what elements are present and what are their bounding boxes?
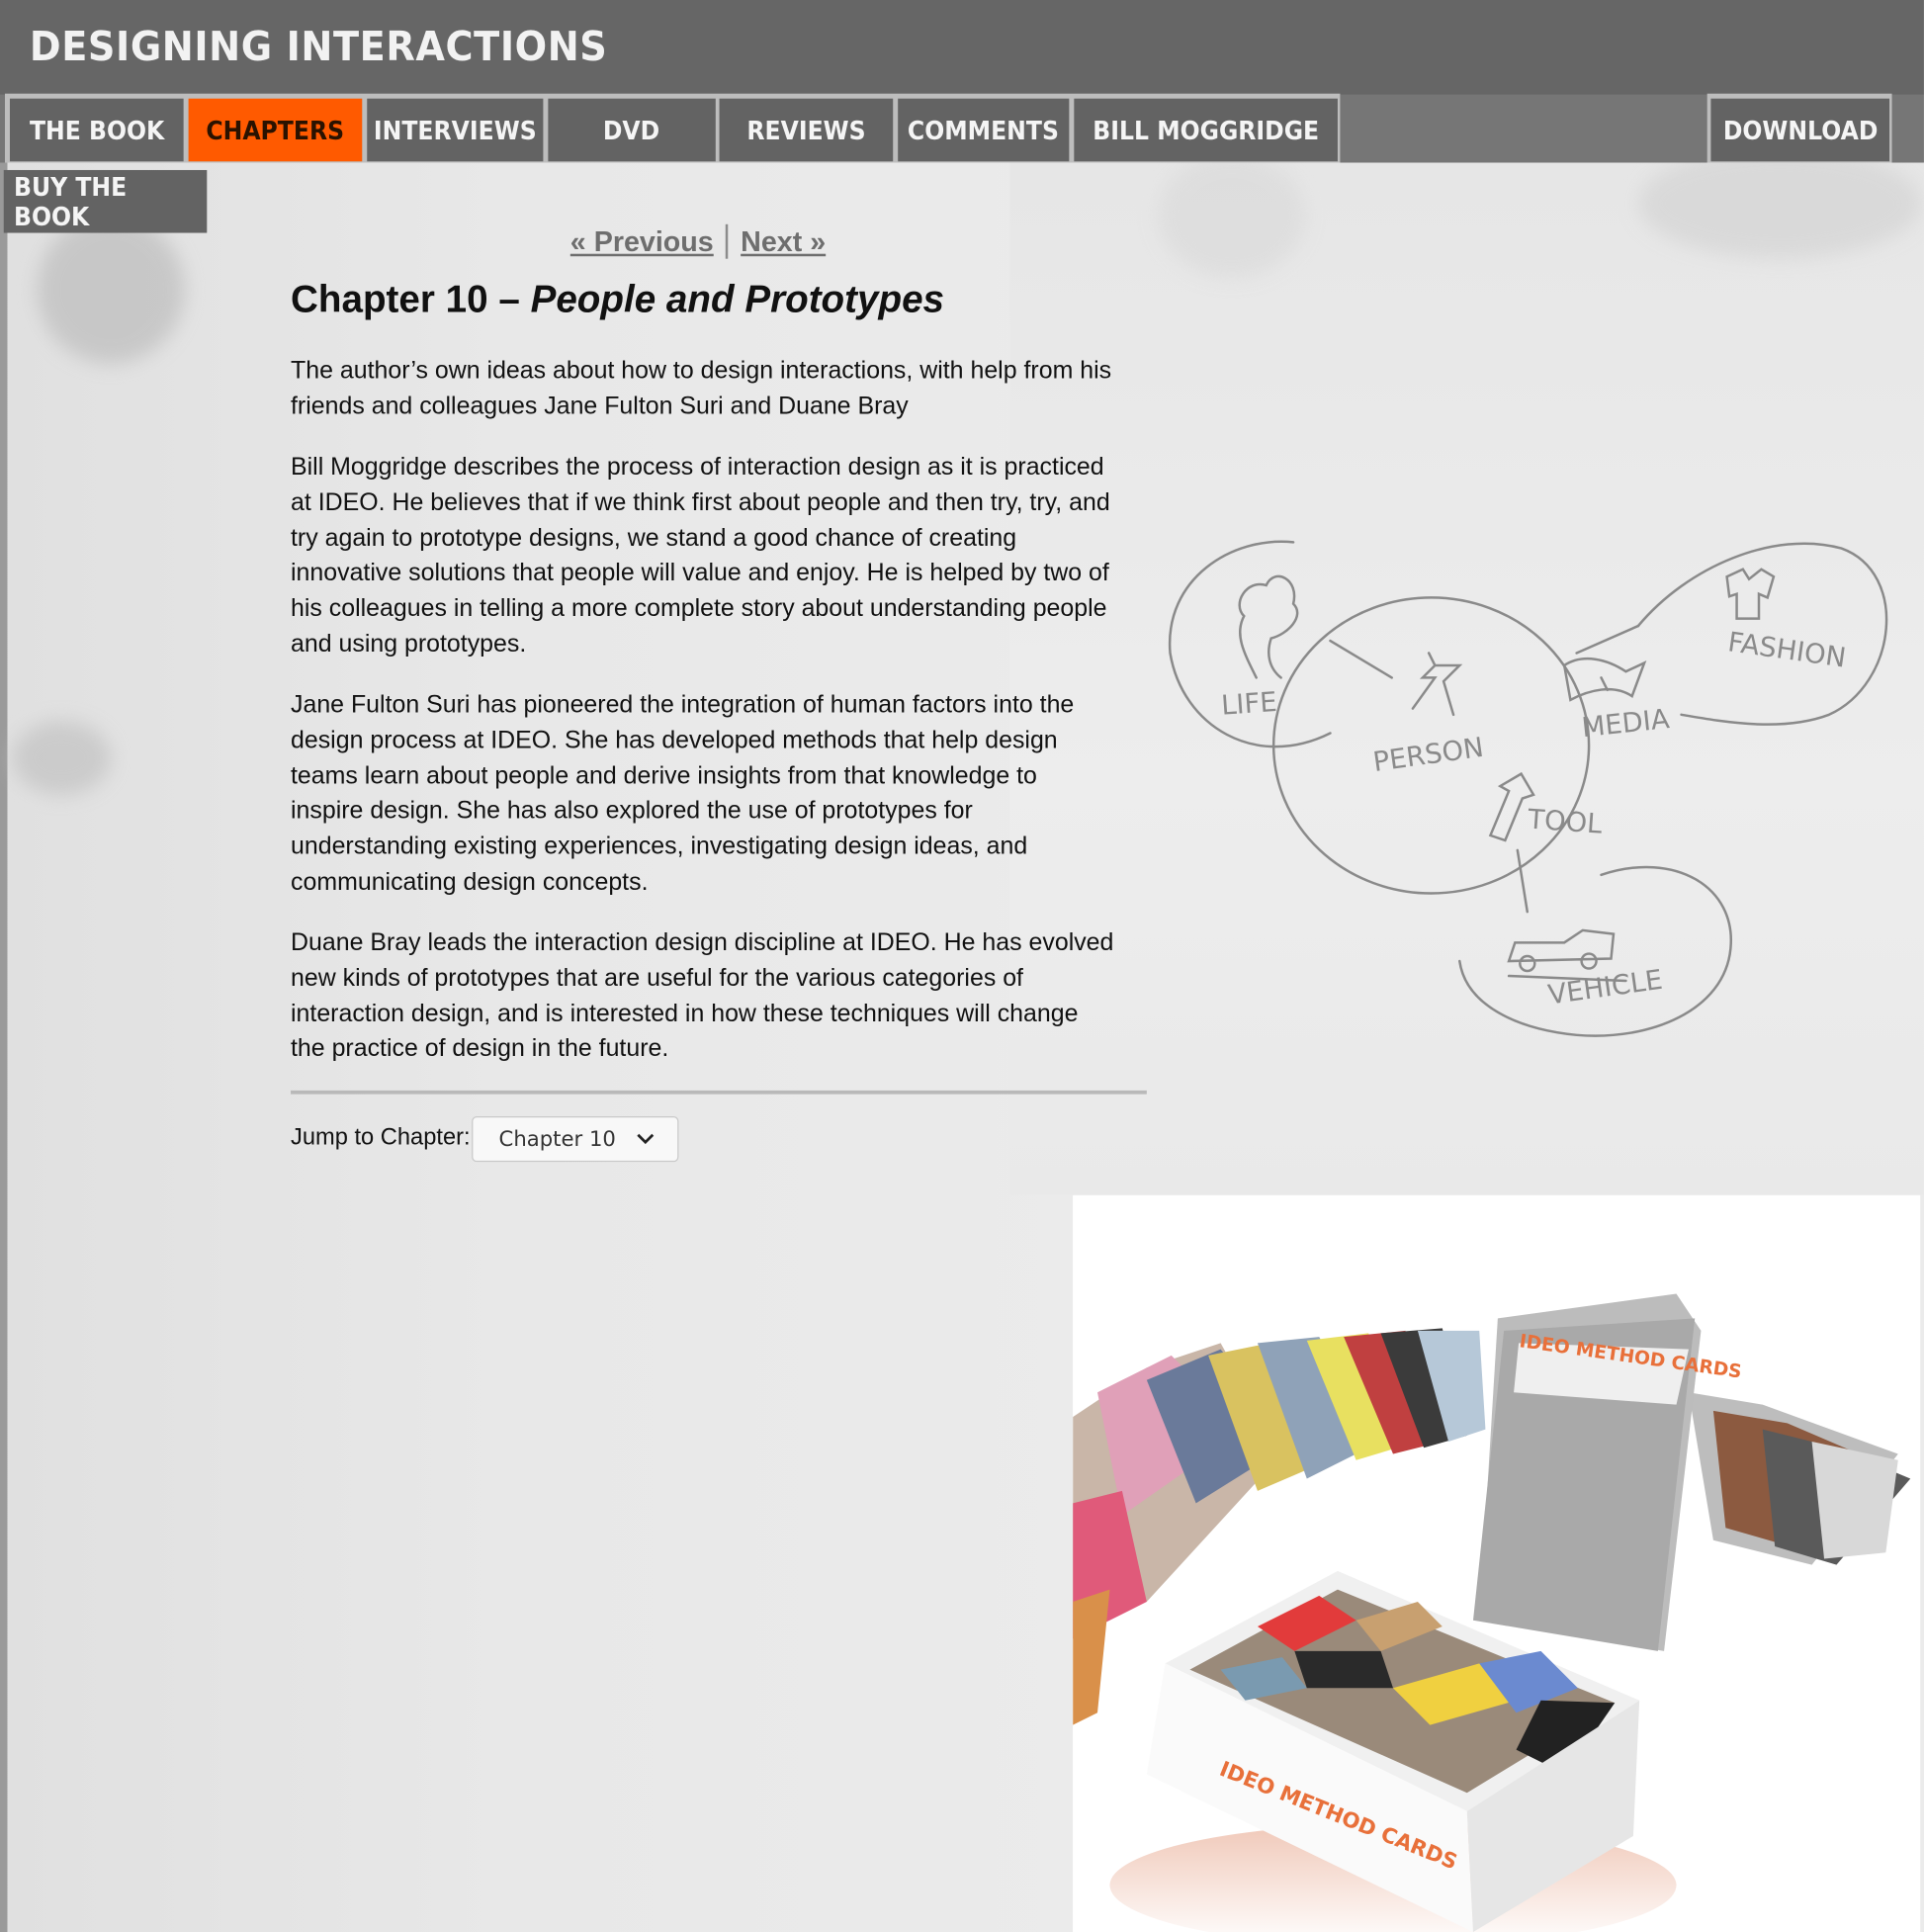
jump-label: Jump to Chapter: [291,1124,471,1151]
sketch-label-life: LIFE [1220,687,1277,722]
tab-interviews[interactable]: INTERVIEWS [367,98,544,162]
body-paragraph: Bill Moggridge describes the process of … [291,453,1110,659]
tab-comments[interactable]: COMMENTS [898,98,1070,162]
chapter-name: People and Prototypes [530,277,945,321]
sketch-label-fashion: FASHION [1726,627,1848,673]
chapter-pager: « Previous Next » [570,223,826,259]
intro-paragraph: The author’s own ideas about how to desi… [291,357,1112,420]
sketch-label-person: PERSON [1371,733,1486,778]
background-object [1158,153,1306,278]
tab-bill-moggridge[interactable]: BILL MOGGRIDGE [1074,98,1338,162]
method-cards-photo: IDEO METHOD CARDS IDEO METHOD CARDS [1073,1194,1921,1932]
buy-the-book-button[interactable]: BUY THE BOOK [3,169,208,233]
download-button[interactable]: DOWNLOAD [1710,98,1890,162]
chapter-select[interactable]: Chapter 10 [472,1116,679,1163]
sketch-label-tool: TOOL [1526,804,1604,839]
background-object [37,216,185,364]
tab-reviews[interactable]: REVIEWS [719,98,894,162]
chevron-down-icon [637,1133,655,1145]
tab-dvd[interactable]: DVD [548,98,716,162]
tab-label: CHAPTERS [206,115,345,145]
buy-label: BUY THE BOOK [14,171,128,231]
tab-label: BILL MOGGRIDGE [1093,115,1320,145]
tab-label: THE BOOK [29,115,164,145]
tab-label: COMMENTS [908,115,1060,145]
background-object [12,721,112,795]
page-title: Chapter 10 – People and Prototypes [291,277,944,321]
pager-divider [726,223,729,259]
tab-label: INTERVIEWS [373,115,537,145]
sketch-label-vehicle: VEHICLE [1546,965,1665,1011]
divider [291,1090,1147,1095]
previous-link[interactable]: « Previous [570,224,714,258]
interaction-sketch: LIFE PERSON MEDIA FASHION TOOL VEHICLE [1168,540,1888,1037]
tab-label: DVD [603,115,660,145]
body-paragraph: Duane Bray leads the interaction design … [291,928,1114,1063]
next-link[interactable]: Next » [741,224,826,258]
site-header: DESIGNING INTERACTIONS [0,0,1924,95]
tab-chapters[interactable]: CHAPTERS [188,98,363,162]
page: DESIGNING INTERACTIONS THE BOOK CHAPTERS… [0,0,1924,1932]
chapter-number: Chapter 10 – [291,277,520,321]
body-paragraph: Jane Fulton Suri has pioneered the integ… [291,691,1075,896]
tab-label: REVIEWS [746,115,866,145]
sketch-label-media: MEDIA [1580,704,1671,744]
method-cards-illustration: IDEO METHOD CARDS IDEO METHOD CARDS [1073,1293,1911,1932]
tab-the-book[interactable]: THE BOOK [9,98,184,162]
left-edge-shadow [0,160,8,1932]
download-label: DOWNLOAD [1722,115,1879,145]
site-title[interactable]: DESIGNING INTERACTIONS [30,22,608,70]
chapter-select-value: Chapter 10 [498,1126,616,1152]
background-object [1637,147,1922,259]
